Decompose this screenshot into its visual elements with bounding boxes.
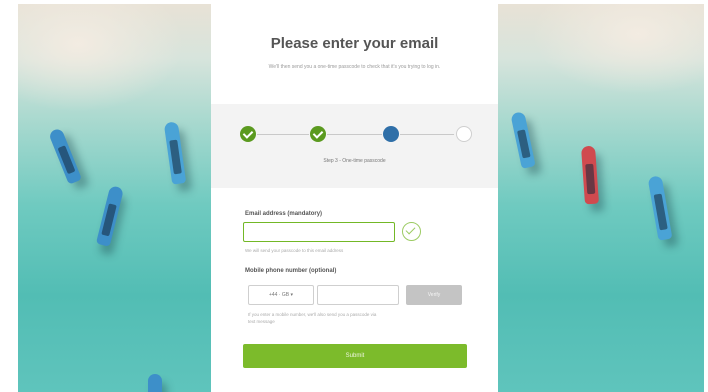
phone-label: Mobile phone number (optional) [245,268,337,274]
boat [48,127,82,185]
boat [647,175,673,241]
submit-button[interactable]: Submit [243,344,467,368]
boat [510,111,536,169]
page-subtitle: We'll then send you a one-time passcode … [268,64,441,70]
step-connector [257,134,309,135]
verify-button[interactable]: Verify [406,285,462,305]
country-code-value: +44 · GB ▾ [268,292,294,298]
current-step-label: Step 3 - One-time passcode [323,158,386,164]
page-title: Please enter your email [270,35,439,52]
step-2-complete-icon [310,126,326,142]
progress-stepper: Step 3 - One-time passcode [211,104,498,188]
step-connector [400,134,454,135]
boat [163,121,187,185]
step-1-complete-icon [240,126,256,142]
step-connector [327,134,382,135]
step-3-current-icon [383,126,399,142]
boat [148,374,162,392]
step-4-pending-icon [456,126,472,142]
email-hint: We will send your passcode to this email… [245,248,344,253]
checkmark-circle-icon [402,222,421,241]
country-code-select[interactable]: +44 · GB ▾ [248,285,314,305]
email-field[interactable] [243,222,395,242]
boat [580,145,600,205]
phone-hint: If you enter a mobile number, we'll also… [248,312,377,324]
email-label: Email address (mandatory) [245,211,323,217]
boat [95,185,125,247]
phone-field[interactable] [317,285,399,305]
login-panel: Please enter your email We'll then send … [211,4,498,392]
